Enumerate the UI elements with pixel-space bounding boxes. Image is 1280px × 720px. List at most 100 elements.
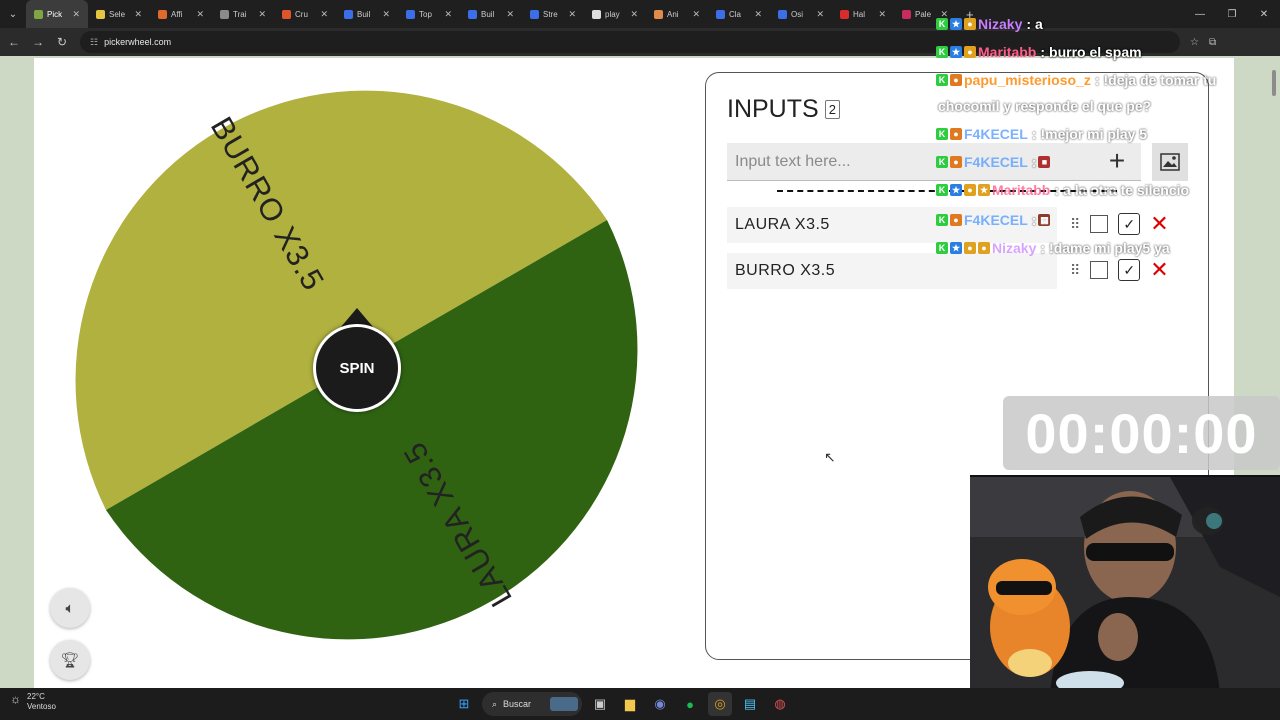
chat-text: a: [1035, 16, 1043, 32]
tab-close-icon[interactable]: ✕: [754, 9, 762, 20]
file-explorer-icon[interactable]: ▆: [618, 692, 642, 716]
drag-handle-icon[interactable]: ⠿: [1070, 216, 1080, 233]
minimize-icon[interactable]: —: [1184, 0, 1216, 28]
search-icon: ⌕: [492, 698, 498, 709]
duplicate-icon[interactable]: [1090, 215, 1109, 233]
chat-user: F4KECEL: [964, 126, 1028, 142]
tab-close-icon[interactable]: ✕: [72, 9, 80, 20]
entry-actions: ⠿ ✓ ✕: [1070, 259, 1169, 281]
tab-favicon-icon: [530, 9, 539, 19]
browser-tab[interactable]: Top ✕: [398, 0, 460, 28]
trophy-icon[interactable]: 🏆︎: [50, 640, 90, 680]
spin-button[interactable]: SPIN: [313, 324, 401, 412]
browser-tab[interactable]: Ani ✕: [646, 0, 708, 28]
spotify-icon[interactable]: ●: [678, 692, 702, 716]
forward-icon[interactable]: →: [26, 28, 50, 56]
tab-favicon-icon: [778, 9, 787, 19]
add-image-icon[interactable]: [1152, 143, 1188, 181]
chrome-icon[interactable]: ◎: [708, 692, 732, 716]
tab-close-icon[interactable]: ✕: [320, 9, 328, 20]
chat-message: K ● F4KECEL: ■: [936, 154, 1051, 170]
tab-favicon-icon: [282, 9, 291, 19]
chat-user: Nizaky: [978, 16, 1023, 32]
browser-tab[interactable]: Hal ✕: [832, 0, 894, 28]
browser-tab[interactable]: Buil ✕: [336, 0, 398, 28]
obs-app-icon[interactable]: ◍: [768, 692, 792, 716]
input-text-field[interactable]: [727, 143, 1141, 181]
tab-close-icon[interactable]: ✕: [816, 9, 824, 20]
weather-widget[interactable]: ☼ 22°C Ventoso: [10, 692, 56, 712]
reload-icon[interactable]: ↻: [50, 28, 74, 56]
discord-icon[interactable]: ◉: [648, 692, 672, 716]
chat-message: chocomil y responde el que pe?: [936, 98, 1151, 114]
tab-close-icon[interactable]: ✕: [692, 9, 700, 20]
chat-text: !dame mi play5 ya: [1049, 240, 1170, 256]
tab-close-icon[interactable]: ✕: [878, 9, 886, 20]
tab-label: Buil: [481, 9, 495, 19]
drag-handle-icon[interactable]: ⠿: [1070, 262, 1080, 279]
notes-app-icon[interactable]: ▤: [738, 692, 762, 716]
window-controls: — ❐ ✕: [1184, 0, 1280, 28]
task-view-icon[interactable]: ▣: [588, 692, 612, 716]
tab-close-icon[interactable]: ✕: [134, 9, 142, 20]
tab-favicon-icon: [840, 9, 849, 19]
delete-icon[interactable]: ✕: [1150, 259, 1168, 281]
tab-close-icon[interactable]: ✕: [258, 9, 266, 20]
add-entry-button[interactable]: +: [1102, 146, 1132, 178]
chat-user: Maritabb: [978, 44, 1037, 60]
chat-message: K ● F4KECEL: !mejor mi play 5: [936, 126, 1147, 142]
browser-tab[interactable]: Affi ✕: [150, 0, 212, 28]
inputs-heading: INPUTS 2: [727, 95, 840, 124]
tab-label: Osi: [791, 9, 803, 19]
site-info-icon[interactable]: ☷: [90, 37, 98, 48]
bookmark-icon[interactable]: ☆: [1190, 37, 1199, 48]
tab-close-icon[interactable]: ✕: [630, 9, 638, 20]
tab-label: Cla: [729, 9, 742, 19]
windows-start-icon[interactable]: ⊞: [452, 692, 476, 716]
browser-tab[interactable]: play ✕: [584, 0, 646, 28]
browser-tab[interactable]: Sele ✕: [88, 0, 150, 28]
tab-label: Pick: [47, 9, 63, 19]
browser-tab[interactable]: Osi ✕: [770, 0, 832, 28]
taskbar-search[interactable]: ⌕ Buscar: [482, 692, 582, 716]
extensions-icon[interactable]: ⧉: [1209, 37, 1216, 48]
tab-close-icon[interactable]: ✕: [444, 9, 452, 20]
tab-favicon-icon: [34, 9, 43, 19]
browser-tab[interactable]: Cla ✕: [708, 0, 770, 28]
toggle-checkbox[interactable]: ✓: [1118, 259, 1141, 281]
tab-favicon-icon: [220, 9, 229, 19]
browser-tab[interactable]: Trai ✕: [212, 0, 274, 28]
chat-user: F4KECEL: [964, 154, 1028, 170]
maximize-icon[interactable]: ❐: [1216, 0, 1248, 28]
weather-desc: Ventoso: [27, 702, 56, 711]
tab-close-icon[interactable]: ✕: [196, 9, 204, 20]
mouse-cursor-icon: ↖: [824, 449, 836, 465]
back-icon[interactable]: ←: [2, 28, 26, 56]
tab-close-icon[interactable]: ✕: [506, 9, 514, 20]
browser-tab[interactable]: Buil ✕: [460, 0, 522, 28]
webcam-overlay: [970, 475, 1280, 691]
tab-close-icon[interactable]: ✕: [382, 9, 390, 20]
stream-timer: 00:00:00: [1003, 396, 1280, 470]
browser-tab[interactable]: Stre ✕: [522, 0, 584, 28]
chat-text: !mejor mi play 5: [1040, 126, 1148, 142]
tab-search-icon[interactable]: ⌄: [0, 0, 26, 28]
tab-favicon-icon: [592, 9, 601, 19]
chat-message: K ★ ● ● Nizaky: !dame mi play5 ya: [936, 240, 1170, 256]
browser-tab[interactable]: Pick ✕: [26, 0, 88, 28]
tab-close-icon[interactable]: ✕: [568, 9, 576, 20]
tab-label: Buil: [357, 9, 371, 19]
browser-tab[interactable]: Cru ✕: [274, 0, 336, 28]
delete-icon[interactable]: ✕: [1150, 213, 1168, 235]
duplicate-icon[interactable]: [1090, 261, 1109, 279]
emote-icon: ■: [1038, 156, 1051, 168]
webcam-feed-image: [970, 477, 1280, 691]
tab-label: Hal: [853, 9, 866, 19]
sound-icon[interactable]: 🔈︎: [50, 588, 90, 628]
close-window-icon[interactable]: ✕: [1248, 0, 1280, 28]
entry-row[interactable]: BURRO X3.5: [727, 253, 1057, 289]
toolbar-icons: ☆ ⧉: [1190, 37, 1216, 48]
toggle-checkbox[interactable]: ✓: [1118, 213, 1141, 235]
entry-label: LAURA X3.5: [735, 216, 830, 233]
tab-favicon-icon: [158, 9, 167, 19]
